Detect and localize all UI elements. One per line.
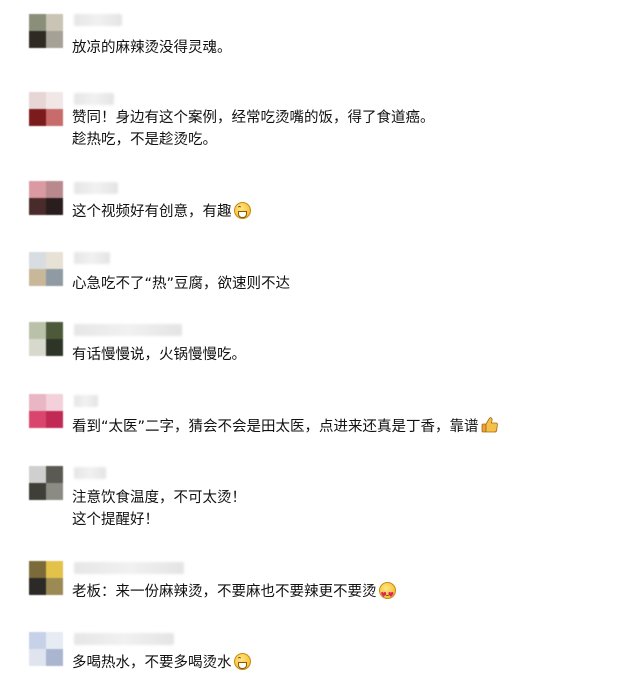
grin-icon [233,653,251,670]
comment-line: 心急吃不了“热”豆腐，欲速则不达 [72,276,291,292]
comment-line: 赞同！身边有这个案例，经常吃烫嘴的饭，得了食道癌。 [72,110,435,126]
avatar[interactable] [29,632,63,666]
avatar[interactable] [29,561,63,595]
username-blurred[interactable] [74,633,174,645]
comment-text: 这个视频好有创意，有趣 [72,201,251,223]
comment-line: 注意饮食温度，不可太烫！ [72,490,246,506]
comment-line: 这个视频好有创意，有趣 [72,204,232,220]
username-blurred[interactable] [74,252,110,264]
comment-line: 多喝热水，不要多喝烫水 [72,655,232,671]
comment-text: 放凉的麻辣烫没得灵魂。 [72,37,232,59]
username-blurred[interactable] [74,93,114,105]
comment-text: 老板：来一份麻辣烫，不要麻也不要辣更不要烫 [72,581,396,606]
avatar[interactable] [29,92,63,126]
comment-line: 有话慢慢说，火锅慢慢吃。 [72,347,246,363]
username-blurred[interactable] [74,182,118,194]
username-blurred[interactable] [74,467,106,479]
heart-eyes-icon [378,582,396,606]
comment-line: 看到“太医”二字，猜会不会是田太医，点进来还真是丁香，靠谱 [72,419,479,435]
avatar[interactable] [29,181,63,215]
avatar[interactable] [29,322,63,356]
avatar[interactable] [29,252,63,286]
username-blurred[interactable] [74,562,184,574]
comment-line: 放凉的麻辣烫没得灵魂。 [72,40,232,56]
comment-text: 看到“太医”二字，猜会不会是田太医，点进来还真是丁香，靠谱 [72,416,499,438]
thumbs-up-icon [481,417,498,433]
comment-text: 心急吃不了“热”豆腐，欲速则不达 [72,273,290,295]
avatar[interactable] [29,466,63,500]
comment-line: 这个提醒好！ [72,512,159,528]
comment-line: 老板：来一份麻辣烫，不要麻也不要辣更不要烫 [72,584,377,600]
avatar[interactable] [29,394,63,428]
comment-text: 注意饮食温度，不可太烫！ 这个提醒好！ [72,487,246,531]
comment-text: 赞同！身边有这个案例，经常吃烫嘴的饭，得了食道癌。 趁热吃，不是趁烫吃。 [72,107,435,151]
username-blurred[interactable] [74,14,122,26]
username-blurred[interactable] [74,395,98,407]
comment-line: 趁热吃，不是趁烫吃。 [72,132,217,148]
grin-icon [233,202,251,219]
username-blurred[interactable] [74,324,182,336]
comment-text: 有话慢慢说，火锅慢慢吃。 [72,344,246,366]
comment-text: 多喝热水，不要多喝烫水 [72,652,251,674]
avatar[interactable] [29,14,63,48]
